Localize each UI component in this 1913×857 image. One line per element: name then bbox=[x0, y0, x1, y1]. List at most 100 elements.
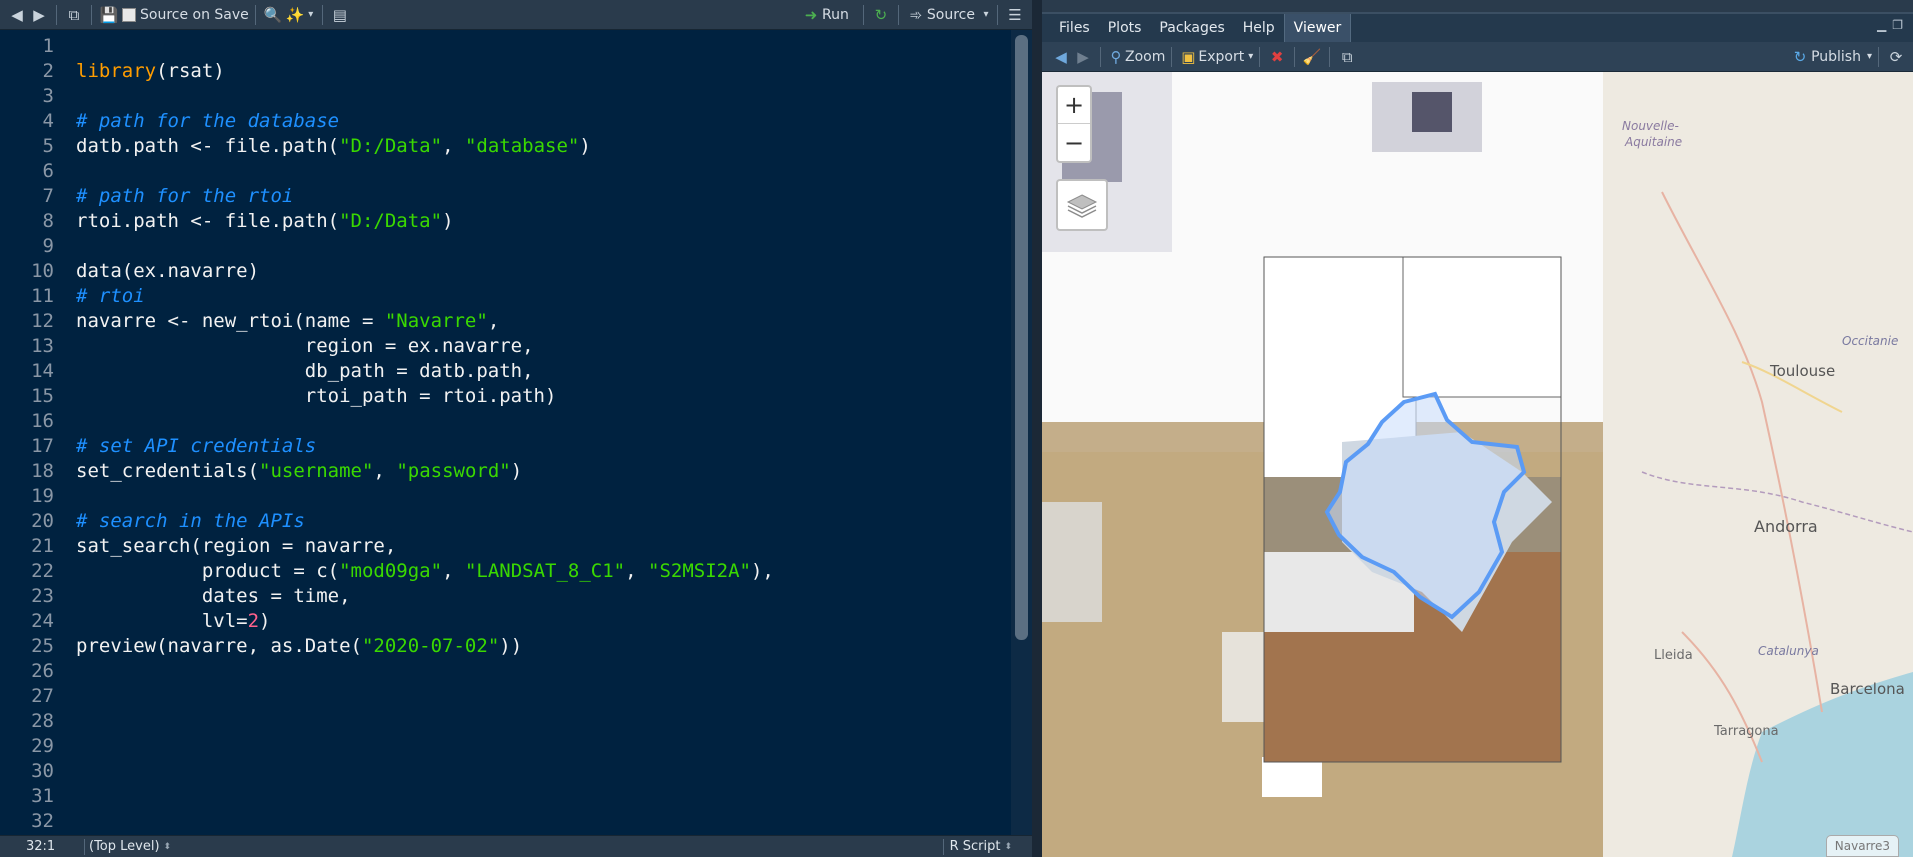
code-token: , bbox=[442, 135, 465, 157]
code-token: "D:/Data" bbox=[339, 210, 443, 232]
code-line[interactable]: 3 bbox=[0, 84, 1000, 109]
code-token: # search in the APIs bbox=[76, 510, 305, 532]
chevron-down-icon[interactable]: ▾ bbox=[306, 4, 316, 26]
find-replace-icon[interactable]: 🔍 bbox=[262, 4, 284, 26]
minimize-pane-icon[interactable]: ▁ bbox=[1877, 18, 1886, 42]
forward-arrow-icon[interactable]: ▶ bbox=[28, 4, 50, 26]
compile-report-icon[interactable]: ▤ bbox=[329, 4, 351, 26]
source-on-save-checkbox[interactable] bbox=[122, 7, 136, 22]
code-tools-wand-icon[interactable]: ✨ bbox=[284, 4, 306, 26]
code-token: library bbox=[76, 60, 157, 82]
source-icon: ➾ bbox=[909, 5, 923, 24]
leaflet-map[interactable]: Nouvelle- Aquitaine Toulouse Occitanie A… bbox=[1042, 72, 1913, 857]
code-line[interactable]: 30 bbox=[0, 759, 1000, 784]
code-line[interactable]: 16 bbox=[0, 409, 1000, 434]
publish-button[interactable]: ↻ Publish ▾ bbox=[1789, 45, 1872, 69]
zoom-out-button[interactable]: − bbox=[1058, 124, 1090, 161]
code-line[interactable]: 23 dates = time, bbox=[0, 584, 1000, 609]
tab-help[interactable]: Help bbox=[1234, 14, 1284, 42]
code-line[interactable]: 9 bbox=[0, 234, 1000, 259]
code-line[interactable]: 10 data(ex.navarre) bbox=[0, 259, 1000, 284]
line-number: 1 bbox=[42, 35, 54, 57]
line-number: 15 bbox=[31, 385, 54, 407]
line-number: 10 bbox=[31, 260, 54, 282]
line-code: navarre <- new_rtoi(name = "Navarre", bbox=[76, 309, 499, 334]
code-line[interactable]: 15 rtoi_path = rtoi.path) bbox=[0, 384, 1000, 409]
code-line[interactable]: 18 set_credentials("username", "password"… bbox=[0, 459, 1000, 484]
back-arrow-icon[interactable]: ◀ bbox=[6, 4, 28, 26]
export-label: Export bbox=[1198, 48, 1245, 65]
show-in-new-window-icon[interactable]: ⧉ bbox=[1336, 46, 1358, 68]
line-number: 20 bbox=[31, 510, 54, 532]
chevron-down-icon: ▾ bbox=[1866, 51, 1872, 62]
code-token: "username" bbox=[259, 460, 374, 482]
tab-plots[interactable]: Plots bbox=[1099, 14, 1151, 42]
code-token: db_path = datb.path, bbox=[76, 360, 534, 382]
code-line[interactable]: 4 # path for the database bbox=[0, 109, 1000, 134]
show-in-window-icon[interactable]: ⧉ bbox=[63, 4, 85, 26]
refresh-icon[interactable]: ⟳ bbox=[1885, 46, 1907, 68]
code-line[interactable]: 24 lvl=2) bbox=[0, 609, 1000, 634]
tab-packages[interactable]: Packages bbox=[1150, 14, 1233, 42]
filetype-selector[interactable]: R Script ⬍ bbox=[950, 839, 1012, 854]
map-label-catalunya: Catalunya bbox=[1758, 644, 1819, 658]
clear-all-broom-icon[interactable]: 🧹 bbox=[1301, 46, 1323, 68]
code-line[interactable]: 11 # rtoi bbox=[0, 284, 1000, 309]
code-editor[interactable]: 1 2 library(rsat) 3 4 # path for the database… bbox=[0, 30, 1011, 835]
tab-files[interactable]: Files bbox=[1050, 14, 1099, 42]
code-line[interactable]: 13 region = ex.navarre, bbox=[0, 334, 1000, 359]
rerun-icon[interactable]: ↻ bbox=[870, 4, 892, 26]
code-line[interactable]: 29 bbox=[0, 734, 1000, 759]
line-code: region = ex.navarre, bbox=[76, 334, 534, 359]
code-line[interactable]: 25 preview(navarre, as.Date("2020-07-02")… bbox=[0, 634, 1000, 659]
code-line[interactable]: 5 datb.path <- file.path("D:/Data", "data… bbox=[0, 134, 1000, 159]
code-line[interactable]: 27 bbox=[0, 684, 1000, 709]
code-line[interactable]: 8 rtoi.path <- file.path("D:/Data") bbox=[0, 209, 1000, 234]
scope-selector[interactable]: (Top Level) ⬍ bbox=[89, 839, 171, 854]
remove-viewer-item-icon[interactable]: ✖ bbox=[1266, 46, 1288, 68]
code-line[interactable]: 19 bbox=[0, 484, 1000, 509]
tab-viewer[interactable]: Viewer bbox=[1283, 14, 1352, 42]
source-button[interactable]: ➾ Source ▾ bbox=[905, 3, 991, 27]
line-code: # path for the rtoi bbox=[76, 184, 293, 209]
maximize-pane-icon[interactable]: ❐ bbox=[1892, 18, 1903, 42]
chevron-down-icon[interactable]: ▾ bbox=[981, 4, 991, 26]
code-line[interactable]: 6 bbox=[0, 159, 1000, 184]
code-line[interactable]: 31 bbox=[0, 784, 1000, 809]
code-line[interactable]: 21 sat_search(region = navarre, bbox=[0, 534, 1000, 559]
export-icon: ▣ bbox=[1181, 47, 1196, 66]
save-icon[interactable]: 💾 bbox=[98, 4, 120, 26]
code-line[interactable]: 32 bbox=[0, 809, 1000, 834]
zoom-button[interactable]: ⚲ Zoom bbox=[1107, 45, 1166, 69]
editor-toolbar: ◀ ▶ ⧉ 💾 Source on Save 🔍 ✨ ▾ ▤ ➜ Run ↻ ➾… bbox=[0, 0, 1032, 30]
run-button[interactable]: ➜ Run bbox=[800, 3, 857, 27]
layers-control[interactable] bbox=[1056, 179, 1108, 231]
code-line[interactable]: 17 # set API credentials bbox=[0, 434, 1000, 459]
code-token: # path for the database bbox=[76, 110, 340, 132]
code-line[interactable]: 1 bbox=[0, 34, 1000, 59]
code-line[interactable]: 22 product = c("mod09ga", "LANDSAT_8_C1"… bbox=[0, 559, 1000, 584]
map-label-tarragona: Tarragona bbox=[1714, 724, 1779, 739]
line-number: 23 bbox=[31, 585, 54, 607]
source-on-save-toggle[interactable]: Source on Save bbox=[120, 3, 249, 27]
document-outline-icon[interactable]: ☰ bbox=[1004, 4, 1026, 26]
pane-splitter[interactable] bbox=[1032, 0, 1042, 857]
back-arrow-icon[interactable]: ◀ bbox=[1050, 46, 1072, 68]
editor-scrollbar-thumb[interactable] bbox=[1015, 35, 1028, 640]
status-divider bbox=[84, 838, 85, 855]
code-token: , bbox=[442, 560, 465, 582]
code-line[interactable]: 14 db_path = datb.path, bbox=[0, 359, 1000, 384]
map-label-nouvelle-aquitaine-2: Aquitaine bbox=[1625, 135, 1683, 149]
code-line[interactable]: 7 # path for the rtoi bbox=[0, 184, 1000, 209]
code-line[interactable]: 26 bbox=[0, 659, 1000, 684]
zoom-in-button[interactable]: + bbox=[1058, 87, 1090, 124]
toolbar-divider bbox=[1100, 46, 1101, 67]
export-button[interactable]: ▣ Export ▾ bbox=[1178, 45, 1253, 69]
code-line[interactable]: 2 library(rsat) bbox=[0, 59, 1000, 84]
code-line[interactable]: 28 bbox=[0, 709, 1000, 734]
forward-arrow-icon[interactable]: ▶ bbox=[1072, 46, 1094, 68]
code-line[interactable]: 12 navarre <- new_rtoi(name = "Navarre", bbox=[0, 309, 1000, 334]
filetype-label: R Script bbox=[949, 839, 1001, 854]
code-token: )) bbox=[499, 635, 523, 657]
code-line[interactable]: 20 # search in the APIs bbox=[0, 509, 1000, 534]
